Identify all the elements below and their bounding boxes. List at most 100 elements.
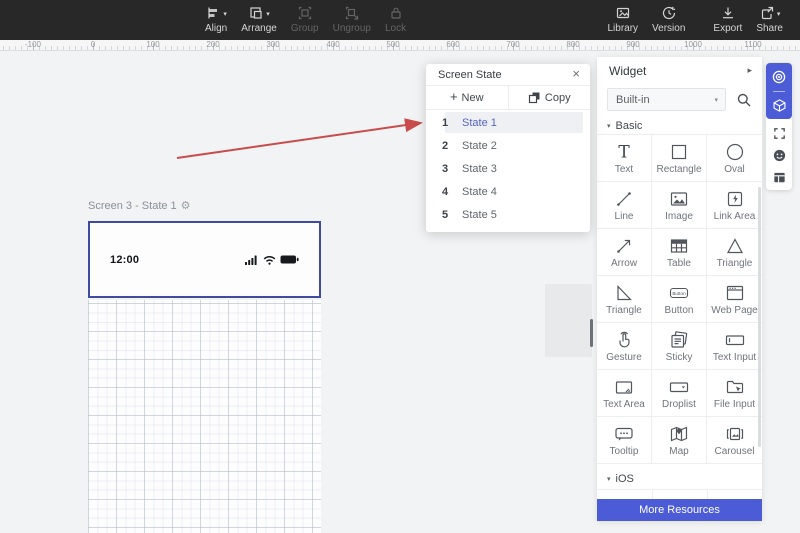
horizontal-ruler: -100 0 100 200 300 400 500 600 700 800 9… (0, 40, 800, 51)
state-list: 1 State 1 2 State 2 3 State 3 4 State 4 … (426, 110, 590, 226)
carousel-icon (724, 423, 746, 445)
layout-panel-icon[interactable] (770, 168, 788, 186)
cell-signal-icon (245, 255, 257, 265)
copy-state-button[interactable]: Copy (507, 86, 591, 109)
screen-frame[interactable]: 12:00 (88, 221, 321, 298)
widget-label: Button (664, 305, 694, 316)
widget-item-web-page[interactable]: Web Page (707, 276, 762, 323)
widget-item-button[interactable]: Button Button (652, 276, 707, 323)
library-icon (615, 4, 631, 22)
widget-label: Carousel (714, 446, 755, 457)
screen-body-grid[interactable] (88, 300, 321, 533)
arrange-button[interactable]: ▾ Arrange (234, 4, 284, 34)
version-button[interactable]: Version (645, 4, 692, 34)
collapse-panel-icon[interactable]: ▸ (747, 65, 752, 76)
align-button[interactable]: ▾ Align (198, 4, 234, 34)
ruler-label: 700 (506, 40, 520, 49)
widget-item-triangle[interactable]: Triangle (707, 229, 762, 276)
screen-state-dialog: Screen State × + New Copy 1 State 1 2 St… (426, 64, 590, 232)
ruler-label: 0 (90, 40, 96, 49)
lock-button[interactable]: Lock (378, 4, 413, 34)
state-row-3[interactable]: 3 State 3 (426, 157, 590, 180)
toolbar-divider (773, 90, 785, 92)
chevron-down-icon: ▾ (607, 122, 611, 130)
state-label: State 1 (462, 116, 497, 129)
3d-cube-icon[interactable] (770, 96, 788, 114)
state-row-5[interactable]: 5 State 5 (426, 203, 590, 226)
export-button[interactable]: Export (706, 4, 749, 34)
widget-panel-header: Widget ▸ (597, 57, 762, 84)
widget-item-rectangle[interactable]: Rectangle (652, 135, 707, 182)
svg-text:Button: Button (672, 291, 686, 296)
widget-label: Text Input (712, 352, 757, 363)
widget-target-icon[interactable] (770, 68, 788, 86)
widget-item-right-triangle[interactable]: Triangle (597, 276, 652, 323)
image-icon (668, 188, 690, 210)
state-number: 5 (441, 208, 449, 221)
more-resources-button[interactable]: More Resources (597, 499, 762, 521)
widget-item-oval[interactable]: Oval (707, 135, 762, 182)
state-number: 1 (441, 116, 449, 129)
state-row-1[interactable]: 1 State 1 (426, 111, 590, 134)
widget-item-arrow[interactable]: Arrow (597, 229, 652, 276)
widget-item-text[interactable]: T Text (597, 135, 652, 182)
share-button[interactable]: ▾ Share (749, 4, 790, 34)
line-icon (613, 188, 635, 210)
state-row-2[interactable]: 2 State 2 (426, 134, 590, 157)
basic-section-label: Basic (615, 119, 643, 132)
widget-item-gesture[interactable]: Gesture (597, 323, 652, 370)
widget-item-file-input[interactable]: File Input (707, 370, 762, 417)
widget-item-text-area[interactable]: Text Area (597, 370, 652, 417)
ios-section-label: iOS (615, 472, 634, 485)
fullscreen-icon[interactable] (770, 125, 788, 143)
widget-grid: T Text Rectangle Oval Line Image Link Ar… (597, 134, 762, 464)
widget-mode-group (766, 63, 792, 119)
library-button[interactable]: Library (600, 4, 645, 34)
widget-item-sticky[interactable]: Sticky (652, 323, 707, 370)
state-row-4[interactable]: 4 State 4 (426, 180, 590, 203)
widget-item-map[interactable]: Map (652, 417, 707, 464)
widget-label: Text (614, 164, 634, 175)
canvas-tools-group (766, 121, 792, 190)
table-icon (668, 235, 690, 257)
widget-label: Arrow (610, 258, 638, 269)
canvas-scrollbar-thumb[interactable] (590, 319, 593, 347)
state-number: 3 (441, 162, 449, 175)
close-icon[interactable]: × (572, 66, 580, 81)
chevron-down-icon: ▾ (223, 11, 227, 18)
search-icon[interactable] (736, 92, 752, 108)
emoji-feedback-icon[interactable] (770, 147, 788, 165)
panel-scrollbar-thumb[interactable] (758, 187, 761, 447)
ungroup-icon (344, 4, 360, 22)
library-select[interactable]: Built-in ▾ (607, 88, 726, 111)
widget-item-tooltip[interactable]: Tooltip (597, 417, 652, 464)
copy-icon (528, 92, 540, 104)
screen-state-gear-icon[interactable]: ⚙ (181, 200, 191, 212)
right-toolbar (766, 63, 792, 190)
ios-section-header[interactable]: ▾ iOS (597, 470, 762, 487)
screen-title-text: Screen 3 - State 1 (88, 200, 177, 212)
project-tools-group: Library Version Export ▾ Share (600, 4, 790, 34)
align-label: Align (205, 23, 228, 34)
group-button[interactable]: Group (284, 4, 326, 34)
dialog-header: Screen State × (426, 64, 590, 86)
ruler-label: 800 (566, 40, 580, 49)
widget-item-text-input[interactable]: Text Input (707, 323, 762, 370)
widget-item-link-area[interactable]: Link Area (707, 182, 762, 229)
edit-tools-group: ▾ Align ▾ Arrange Group Ungroup Lock (198, 4, 413, 34)
widget-item-image[interactable]: Image (652, 182, 707, 229)
new-state-button[interactable]: + New (426, 86, 508, 109)
ungroup-button[interactable]: Ungroup (326, 4, 378, 34)
widget-label: Rectangle (656, 164, 702, 175)
widget-item-table[interactable]: Table (652, 229, 707, 276)
battery-icon (280, 255, 299, 264)
basic-section-header[interactable]: ▾ Basic (597, 117, 762, 134)
widget-label: Tooltip (609, 446, 639, 457)
ruler-label: 1000 (684, 40, 702, 49)
state-label: State 3 (462, 162, 497, 175)
widget-item-line[interactable]: Line (597, 182, 652, 229)
widget-item-carousel[interactable]: Carousel (707, 417, 762, 464)
ruler-label: 900 (626, 40, 640, 49)
widget-item-droplist[interactable]: Droplist (652, 370, 707, 417)
widget-label: Triangle (716, 258, 753, 269)
